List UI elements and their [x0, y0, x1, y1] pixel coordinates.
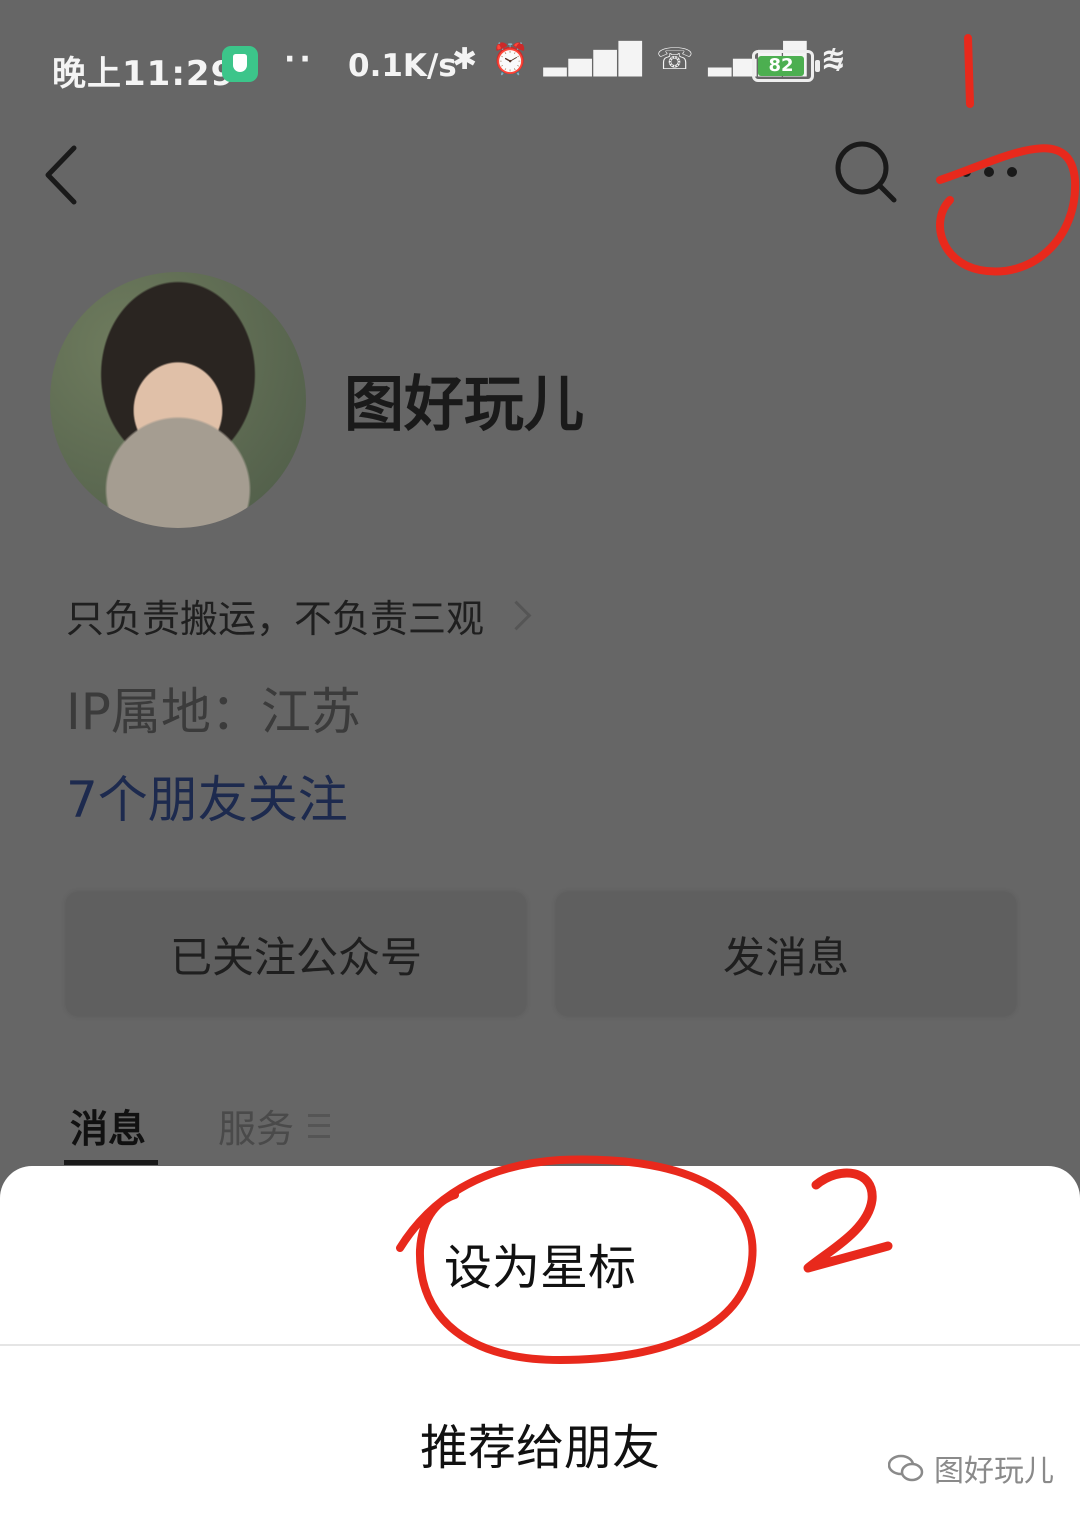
followed-account-button[interactable]: 已关注公众号	[66, 892, 526, 1016]
account-name: 图好玩儿	[344, 370, 584, 440]
status-time: 晚上11:29	[52, 54, 236, 94]
watermark: 图好玩儿	[888, 1446, 1054, 1490]
sheet-divider	[0, 1344, 1080, 1346]
bolt-icon: ϟ	[826, 44, 846, 79]
tab-messages[interactable]: 消息	[70, 1098, 146, 1153]
send-message-button[interactable]: 发消息	[556, 892, 1016, 1016]
active-tab-indicator	[64, 1160, 158, 1165]
friends-following-link[interactable]: 7个朋友关注	[66, 760, 348, 832]
more-dots-icon[interactable]	[954, 150, 1024, 194]
ip-location: IP属地：江苏	[66, 683, 361, 741]
action-sheet: 设为星标 推荐给朋友 图好玩儿	[0, 1166, 1080, 1519]
tab-services[interactable]: 服务	[218, 1098, 331, 1153]
wechat-icon	[888, 1454, 924, 1482]
tab-services-label: 服务	[218, 1107, 295, 1151]
menu-lines-icon	[308, 1113, 331, 1138]
chevron-right-icon	[501, 600, 532, 631]
watermark-text: 图好玩儿	[934, 1454, 1054, 1489]
notification-dots: ··	[284, 42, 315, 77]
search-icon[interactable]	[834, 140, 898, 204]
battery-icon: 82	[752, 50, 820, 82]
network-speed: 0.1K/s	[348, 48, 457, 84]
chevron-left-icon[interactable]	[40, 140, 90, 210]
shield-icon	[222, 46, 258, 82]
set-star-option[interactable]: 设为星标	[0, 1228, 1080, 1298]
account-bio[interactable]: 只负责搬运，不负责三观	[66, 588, 532, 643]
status-bar: 晚上11:29 ·· 0.1K/s ✱ ⏰ ▂▄▆█ ☏ ▂▄▆█ ≋ 82 ϟ	[52, 36, 1032, 94]
avatar[interactable]	[50, 272, 306, 528]
bio-text: 只负责搬运，不负责三观	[66, 597, 485, 641]
battery-level: 82	[758, 56, 804, 76]
